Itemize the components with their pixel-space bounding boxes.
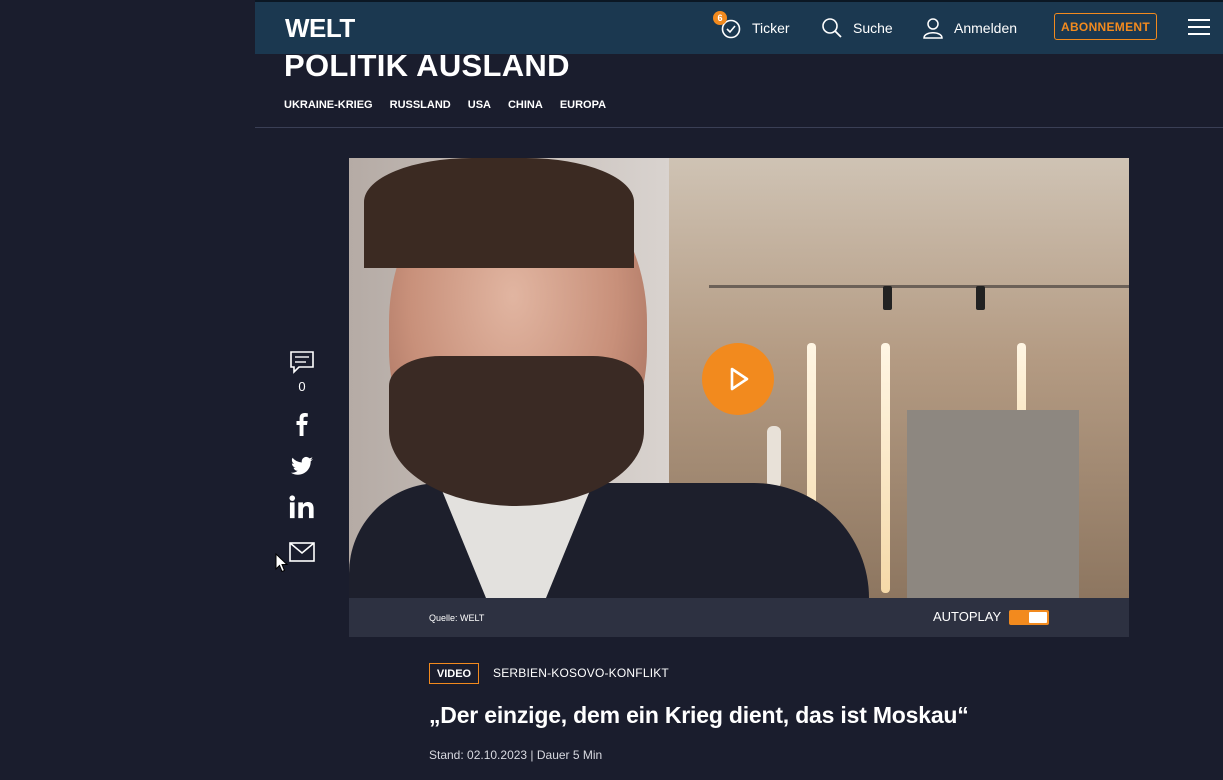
comment-button[interactable] [289, 349, 315, 375]
autoplay-toggle[interactable] [1009, 610, 1049, 625]
autoplay-label: AUTOPLAY [933, 609, 1002, 624]
ticker-count-badge: 6 [713, 11, 727, 25]
twitter-share-button[interactable] [289, 454, 315, 478]
section-subnav: UKRAINE-KRIEG RUSSLAND USA CHINA EUROPA [284, 99, 606, 111]
facebook-share-button[interactable] [289, 411, 315, 437]
subnav-item-russland[interactable]: RUSSLAND [390, 99, 451, 111]
linkedin-icon [289, 495, 314, 519]
video-badge: VIDEO [429, 663, 479, 684]
play-icon [730, 367, 749, 391]
article-meta: Stand: 02.10.2023 | Dauer 5 Min [429, 748, 603, 762]
login-button[interactable]: Anmelden [922, 2, 1017, 54]
play-button[interactable] [702, 343, 774, 415]
section-divider [255, 127, 1223, 128]
linkedin-share-button[interactable] [289, 494, 315, 520]
article-topic[interactable]: SERBIEN-KOSOVO-KONFLIKT [493, 666, 669, 680]
subnav-item-ukraine[interactable]: UKRAINE-KRIEG [284, 99, 373, 111]
ticker-button[interactable]: 6 Ticker [713, 2, 790, 54]
search-button[interactable]: Suche [821, 2, 893, 54]
hamburger-menu-icon[interactable] [1188, 18, 1210, 36]
mail-icon [289, 542, 315, 562]
top-navigation-bar: WELT 6 Ticker Suche Anmelden ABONNEMENT [255, 0, 1223, 54]
login-label: Anmelden [954, 20, 1018, 36]
ticker-label: Ticker [752, 20, 790, 36]
video-source: Quelle: WELT [429, 613, 485, 623]
video-player[interactable] [349, 158, 1129, 598]
twitter-icon [291, 456, 313, 475]
section-title: POLITIK AUSLAND [284, 48, 570, 83]
article-headline[interactable]: „Der einzige, dem ein Krieg dient, das i… [429, 702, 969, 729]
search-icon [822, 18, 842, 38]
subnav-item-china[interactable]: CHINA [508, 99, 543, 111]
comment-count: 0 [298, 379, 306, 394]
search-label: Suche [853, 20, 893, 36]
comment-icon [290, 351, 314, 374]
welt-logo[interactable]: WELT [285, 13, 355, 44]
mouse-cursor-icon [275, 553, 289, 573]
user-icon [923, 18, 943, 39]
toggle-knob [1029, 612, 1047, 623]
email-share-button[interactable] [289, 542, 315, 562]
subnav-item-usa[interactable]: USA [468, 99, 491, 111]
subnav-item-europa[interactable]: EUROPA [560, 99, 606, 111]
facebook-icon [296, 413, 308, 436]
subscribe-button[interactable]: ABONNEMENT [1054, 13, 1157, 40]
video-caption-bar: Quelle: WELT AUTOPLAY [349, 598, 1129, 637]
